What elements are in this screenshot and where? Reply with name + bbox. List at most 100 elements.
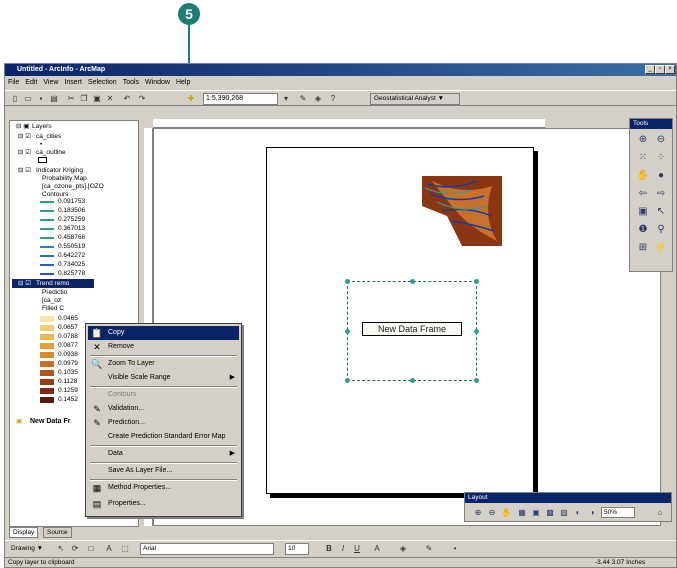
zoom-out-icon[interactable]: ⊖: [485, 506, 499, 520]
redo-icon[interactable]: ↷: [136, 93, 148, 104]
arctoolbox-icon[interactable]: ◈: [312, 93, 324, 104]
delete-icon[interactable]: ✕: [104, 93, 116, 104]
expand-icon[interactable]: ⊟ ☑: [18, 167, 31, 175]
resize-handle[interactable]: [474, 279, 479, 284]
minimize-button[interactable]: _: [645, 65, 655, 74]
menu-file[interactable]: File: [5, 77, 22, 89]
add-data-icon[interactable]: ✚: [185, 93, 197, 104]
zoom-100-icon[interactable]: ▣: [529, 506, 543, 520]
font-size-select[interactable]: 10: [285, 543, 309, 555]
fixed-zoom-out-icon[interactable]: ⁘: [654, 151, 668, 165]
scale-input[interactable]: 1:5,390,268: [203, 93, 278, 105]
zoom-in-icon[interactable]: ⊕: [471, 506, 485, 520]
font-color-icon[interactable]: A: [371, 543, 383, 554]
new-data-frame-box[interactable]: New Data Frame: [345, 279, 479, 383]
resize-handle[interactable]: [474, 378, 479, 383]
edit-vertices-icon[interactable]: ⬚: [119, 543, 131, 554]
menu-window[interactable]: Window: [142, 77, 173, 89]
zoom-out-icon[interactable]: ⊖: [654, 133, 668, 147]
menu-item-properties[interactable]: ▤ Properties...: [88, 497, 239, 511]
menu-view[interactable]: View: [40, 77, 61, 89]
zoom-in-icon[interactable]: ⊕: [636, 133, 650, 147]
print-icon[interactable]: ▤: [48, 93, 60, 104]
menu-item-remove[interactable]: ✕ Remove: [88, 340, 239, 354]
resize-handle[interactable]: [410, 279, 415, 284]
fill-color-icon[interactable]: ◈: [397, 543, 409, 554]
resize-handle[interactable]: [345, 279, 350, 284]
scale-dropdown-icon[interactable]: ▾: [280, 93, 292, 104]
save-icon[interactable]: ▪: [35, 93, 47, 104]
line-color-icon[interactable]: ✎: [423, 543, 435, 554]
marker-color-icon[interactable]: •: [449, 543, 461, 554]
expand-icon[interactable]: ⊟ ☑: [18, 149, 31, 157]
close-button[interactable]: ×: [665, 65, 675, 74]
menu-item-data[interactable]: Data ▶: [88, 447, 239, 461]
find-icon[interactable]: ⚲: [654, 223, 668, 237]
menu-item-zoom-to-layer[interactable]: 🔍 Zoom To Layer: [88, 357, 239, 371]
text-icon[interactable]: A: [103, 543, 115, 554]
open-icon[interactable]: ▭: [22, 93, 34, 104]
menu-item-create-error-map[interactable]: Create Prediction Standard Error Map: [88, 430, 239, 444]
paste-icon[interactable]: ▣: [91, 93, 103, 104]
copy-icon[interactable]: ❐: [78, 93, 90, 104]
layer-ca-outline[interactable]: ca_outline: [36, 149, 66, 157]
undo-icon[interactable]: ↶: [121, 93, 133, 104]
fixed-zoom-in-icon[interactable]: ▩: [543, 506, 557, 520]
forward-extent-icon[interactable]: ◑: [585, 506, 599, 520]
tab-display[interactable]: Display: [9, 527, 39, 538]
pan-icon[interactable]: ✋: [499, 506, 513, 520]
layer-trend-removal[interactable]: Trend remo: [36, 280, 69, 288]
menu-edit[interactable]: Edit: [22, 77, 40, 89]
geostatistical-analyst-menu[interactable]: Geostatistical Analyst ▼: [370, 93, 460, 105]
new-icon[interactable]: ▯: [9, 93, 21, 104]
pan-icon[interactable]: ✋: [636, 169, 650, 183]
resize-handle[interactable]: [474, 329, 479, 334]
menu-tools[interactable]: Tools: [120, 77, 142, 89]
zoom-whole-page-icon[interactable]: ▦: [515, 506, 529, 520]
select-elements-icon[interactable]: ↖: [654, 205, 668, 219]
drawing-menu[interactable]: Drawing ▼: [11, 543, 43, 554]
menu-item-visible-scale-range[interactable]: Visible Scale Range ▶: [88, 371, 239, 385]
hyperlink-icon[interactable]: ⚡: [654, 241, 668, 255]
menu-item-validation[interactable]: ✎ Validation...: [88, 402, 239, 416]
rotate-icon[interactable]: ⟳: [69, 543, 81, 554]
menu-item-method-properties[interactable]: ▦ Method Properties...: [88, 481, 239, 495]
resize-handle[interactable]: [345, 329, 350, 334]
menu-item-save-as-layer-file[interactable]: Save As Layer File...: [88, 464, 239, 478]
underline-icon[interactable]: U: [351, 543, 363, 554]
new-data-frame-entry[interactable]: New Data Fr: [30, 418, 70, 426]
menu-item-copy[interactable]: 📋 Copy: [88, 326, 239, 340]
rectangle-icon[interactable]: □: [85, 543, 97, 554]
layers-root[interactable]: Layers: [32, 123, 52, 131]
expand-icon[interactable]: ⊟ ☑: [18, 280, 31, 288]
forward-extent-icon[interactable]: ⇨: [654, 187, 668, 201]
bold-icon[interactable]: B: [323, 543, 335, 554]
menu-selection[interactable]: Selection: [85, 77, 120, 89]
map-thumbnail[interactable]: [422, 176, 502, 246]
zoom-percent-input[interactable]: 50%: [601, 507, 635, 518]
resize-handle[interactable]: [410, 378, 415, 383]
italic-icon[interactable]: I: [337, 543, 349, 554]
measure-icon[interactable]: ⊞: [636, 241, 650, 255]
back-extent-icon[interactable]: ◐: [571, 506, 585, 520]
editor-icon[interactable]: ✎: [297, 93, 309, 104]
full-extent-icon[interactable]: ●: [654, 169, 668, 183]
expand-icon[interactable]: ⊟ ☑: [18, 133, 31, 141]
cut-icon[interactable]: ✂: [65, 93, 77, 104]
back-extent-icon[interactable]: ⇦: [636, 187, 650, 201]
menu-help[interactable]: Help: [173, 77, 193, 89]
layer-ca-cities[interactable]: ca_cities: [36, 133, 61, 141]
menu-insert[interactable]: Insert: [61, 77, 85, 89]
whats-this-icon[interactable]: ?: [327, 93, 339, 104]
select-features-icon[interactable]: ▣: [636, 205, 650, 219]
resize-handle[interactable]: [345, 378, 350, 383]
fixed-zoom-out-icon[interactable]: ▨: [557, 506, 571, 520]
font-select[interactable]: Arial: [140, 543, 274, 555]
identify-icon[interactable]: ❶: [636, 223, 650, 237]
select-elements-icon[interactable]: ↖: [55, 543, 67, 554]
fixed-zoom-in-icon[interactable]: ⁙: [636, 151, 650, 165]
layer-indicator-kriging[interactable]: Indicator Kriging: [36, 167, 83, 175]
toggle-draft-icon[interactable]: ⌂: [653, 506, 667, 520]
tab-source[interactable]: Source: [43, 527, 72, 538]
maximize-button[interactable]: ▫: [655, 65, 665, 74]
